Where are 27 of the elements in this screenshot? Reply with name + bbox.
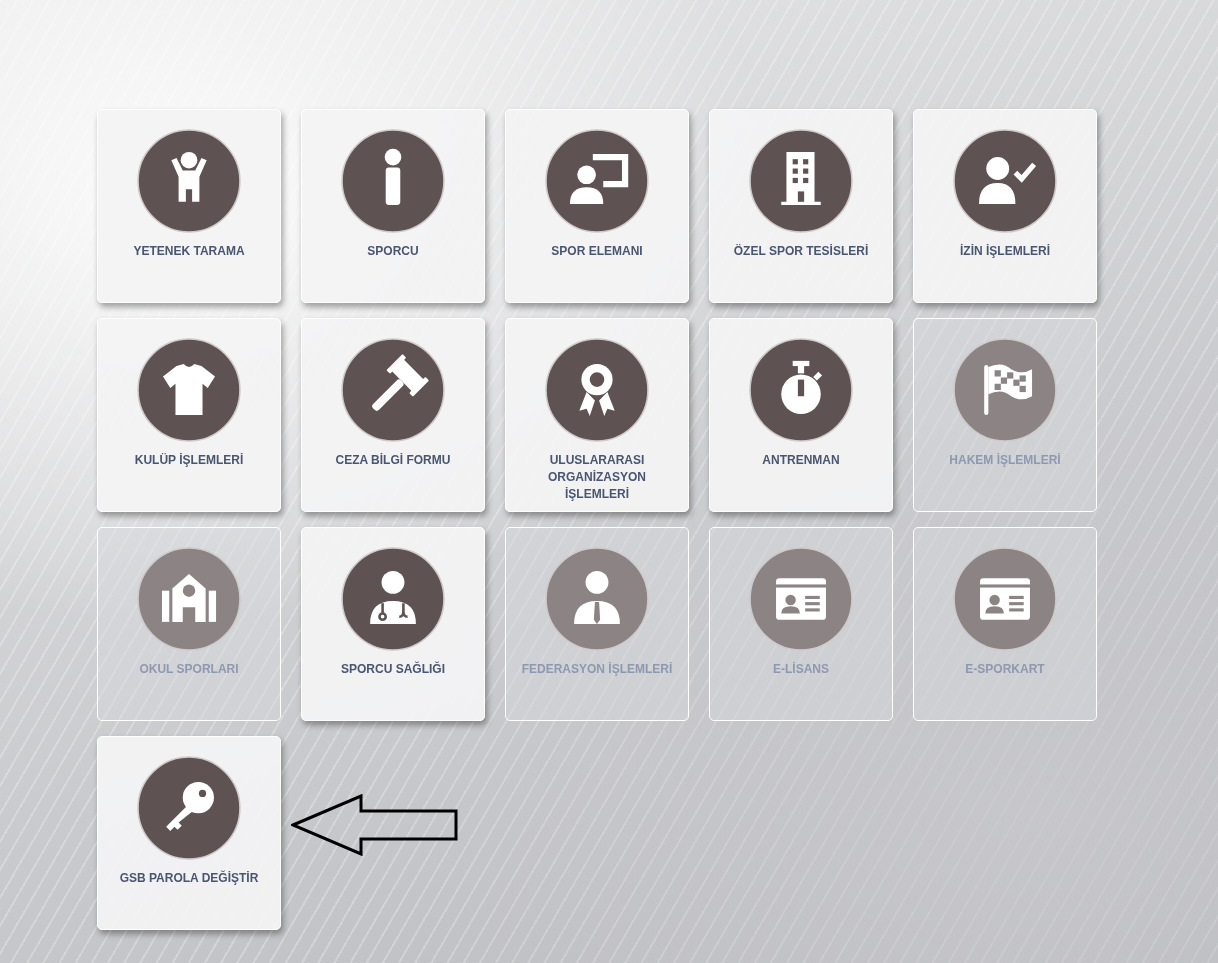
id-card-icon [953, 547, 1057, 651]
presenter-icon [545, 129, 649, 233]
menu-tile[interactable]: YETENEK TARAMA [97, 109, 281, 303]
menu-tile[interactable]: SPORCU [301, 109, 485, 303]
child-icon [137, 129, 241, 233]
school-icon [137, 547, 241, 651]
menu-tile[interactable]: KULÜP İŞLEMLERİ [97, 318, 281, 512]
menu-tile[interactable]: GSB PAROLA DEĞİŞTİR [97, 736, 281, 930]
gavel-icon [341, 338, 445, 442]
menu-tile[interactable]: CEZA BİLGİ FORMU [301, 318, 485, 512]
id-card-icon [749, 547, 853, 651]
businessman-icon [545, 547, 649, 651]
stopwatch-icon [749, 338, 853, 442]
award-icon [545, 338, 649, 442]
building-icon [749, 129, 853, 233]
menu-tile[interactable]: ULUSLARARASI ORGANİZASYON İŞLEMLERİ [505, 318, 689, 512]
key-icon [137, 756, 241, 860]
menu-tile[interactable]: SPOR ELEMANI [505, 109, 689, 303]
person-icon [341, 129, 445, 233]
menu-tile[interactable]: ANTRENMAN [709, 318, 893, 512]
menu-tile[interactable]: SPORCU SAĞLIĞI [301, 527, 485, 721]
menu-tile[interactable]: ÖZEL SPOR TESİSLERİ [709, 109, 893, 303]
shirt-icon [137, 338, 241, 442]
menu-tile[interactable]: İZİN İŞLEMLERİ [913, 109, 1097, 303]
doctor-icon [341, 547, 445, 651]
checkered-flag-icon [953, 338, 1057, 442]
user-check-icon [953, 129, 1057, 233]
